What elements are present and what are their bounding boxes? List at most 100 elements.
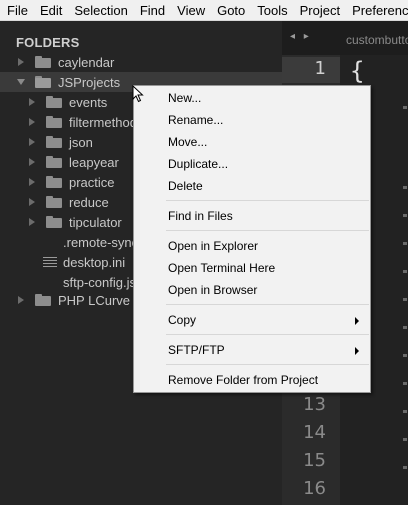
tab-custombutto[interactable]: custombutto [346, 33, 408, 47]
menu-view[interactable]: View [171, 0, 211, 21]
tree-file-sftp-config[interactable]: sftp-config.jso [63, 272, 143, 292]
tree-folder-filtermethod[interactable]: filtermethod [27, 112, 137, 132]
menu-file[interactable]: File [0, 0, 34, 21]
menu-edit[interactable]: Edit [34, 0, 68, 21]
menu-item-move[interactable]: Move... [134, 132, 370, 152]
file-lines-icon [43, 256, 57, 268]
folder-icon [46, 176, 62, 188]
code-fragment [403, 354, 407, 357]
tree-label: caylendar [58, 54, 115, 70]
code-fragment [403, 466, 407, 469]
code-fragment [403, 382, 407, 385]
code-first-line: { [350, 57, 365, 85]
expand-arrow-icon[interactable] [16, 295, 26, 305]
menu-item-open-terminal[interactable]: Open Terminal Here [134, 258, 370, 278]
submenu-arrow-icon [355, 317, 359, 325]
code-fragment [403, 214, 407, 217]
folder-icon [46, 216, 62, 228]
tree-folder-tipculator[interactable]: tipculator [27, 212, 122, 232]
line-number: 1 [314, 58, 326, 79]
code-fragment [403, 410, 407, 413]
menu-item-label: SFTP/FTP [168, 343, 225, 357]
submenu-arrow-icon [355, 347, 359, 355]
expand-arrow-icon[interactable] [27, 177, 37, 187]
code-fragment [403, 326, 407, 329]
menu-item-label: Copy [168, 313, 197, 327]
expand-arrow-icon[interactable] [27, 217, 37, 227]
tree-folder-reduce[interactable]: reduce [27, 192, 109, 212]
expand-arrow-icon[interactable] [27, 197, 37, 207]
tree-file-remote-sync[interactable]: .remote-sync. [63, 232, 142, 252]
expand-arrow-icon[interactable] [16, 57, 26, 67]
menu-item-find-in-files[interactable]: Find in Files [134, 206, 370, 226]
menu-separator [166, 364, 369, 365]
tree-label: reduce [69, 194, 109, 210]
tree-label: json [69, 134, 93, 150]
menu-bar: File Edit Selection Find View Goto Tools… [0, 0, 408, 21]
code-fragment [403, 242, 407, 245]
menu-separator [166, 334, 369, 335]
line-number: 14 [303, 422, 326, 443]
menu-tools[interactable]: Tools [251, 0, 293, 21]
folder-icon [35, 294, 51, 306]
tree-label: practice [69, 174, 115, 190]
menu-find[interactable]: Find [134, 0, 171, 21]
tree-label: .remote-sync. [63, 234, 142, 250]
code-fragment [403, 298, 407, 301]
code-fragment [403, 270, 407, 273]
tree-label: desktop.ini [63, 254, 126, 270]
collapse-arrow-icon[interactable] [16, 77, 26, 87]
folder-icon [46, 96, 62, 108]
menu-item-copy[interactable]: Copy [134, 310, 370, 330]
tree-label: sftp-config.jso [63, 274, 144, 290]
tree-folder-php-lcurve[interactable]: PHP LCurve [16, 290, 130, 310]
menu-item-duplicate[interactable]: Duplicate... [134, 154, 370, 174]
menu-item-rename[interactable]: Rename... [134, 110, 370, 130]
expand-arrow-icon[interactable] [27, 117, 37, 127]
tree-folder-json[interactable]: json [27, 132, 93, 152]
menu-separator [166, 230, 369, 231]
expand-arrow-icon[interactable] [27, 157, 37, 167]
folder-icon [46, 136, 62, 148]
tree-folder-practice[interactable]: practice [27, 172, 115, 192]
menu-item-new[interactable]: New... [134, 88, 370, 108]
line-number: 13 [303, 394, 326, 415]
menu-item-delete[interactable]: Delete [134, 176, 370, 196]
folder-open-icon [35, 76, 51, 88]
tree-label: events [69, 94, 108, 110]
menu-selection[interactable]: Selection [68, 0, 133, 21]
expand-arrow-icon[interactable] [27, 97, 37, 107]
menu-goto[interactable]: Goto [211, 0, 251, 21]
menu-item-remove-folder[interactable]: Remove Folder from Project [134, 370, 370, 390]
menu-separator [166, 304, 369, 305]
context-menu: New... Rename... Move... Duplicate... De… [133, 85, 371, 393]
tree-label: JSProjects [58, 74, 121, 90]
folders-heading: FOLDERS [16, 35, 80, 50]
menu-item-open-in-explorer[interactable]: Open in Explorer [134, 236, 370, 256]
line-number: 15 [303, 450, 326, 471]
tree-label: PHP LCurve [58, 292, 131, 308]
tree-label: filtermethod [69, 114, 137, 130]
tree-file-desktop-ini[interactable]: desktop.ini [43, 252, 125, 272]
mouse-pointer-icon [132, 85, 144, 103]
code-fragment [403, 186, 407, 189]
code-fragment [403, 106, 407, 109]
folder-icon [46, 116, 62, 128]
menu-preferences[interactable]: Preferences [346, 0, 408, 21]
tree-folder-events[interactable]: events [27, 92, 107, 112]
tree-folder-leapyear[interactable]: leapyear [27, 152, 119, 172]
menu-item-open-in-browser[interactable]: Open in Browser [134, 280, 370, 300]
tab-nav-arrows[interactable]: ◂ ▸ [290, 31, 312, 42]
tree-label: tipculator [69, 214, 122, 230]
menu-project[interactable]: Project [294, 0, 346, 21]
code-fragment [403, 438, 407, 441]
folder-icon [35, 56, 51, 68]
tree-folder-caylendar[interactable]: caylendar [16, 52, 114, 72]
tree-label: leapyear [69, 154, 119, 170]
folder-icon [46, 196, 62, 208]
menu-item-sftp-ftp[interactable]: SFTP/FTP [134, 340, 370, 360]
menu-separator [166, 200, 369, 201]
line-number: 16 [303, 478, 326, 499]
expand-arrow-icon[interactable] [27, 137, 37, 147]
folder-icon [46, 156, 62, 168]
